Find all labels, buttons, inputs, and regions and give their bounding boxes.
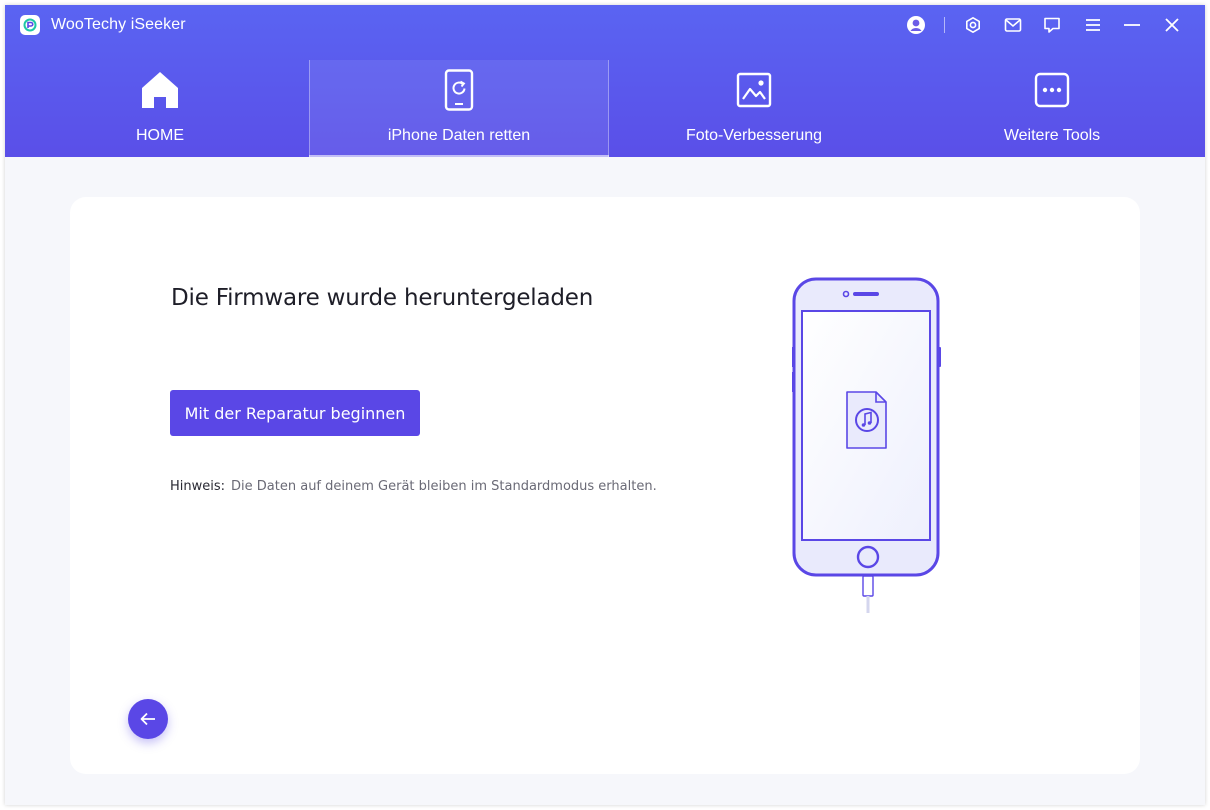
titlebar-divider [944, 17, 945, 33]
close-icon[interactable] [1161, 14, 1183, 36]
mail-icon[interactable] [1002, 14, 1024, 36]
tab-photo-enhance-label: Foto-Verbesserung [685, 127, 823, 144]
page-title: Die Firmware wurde heruntergeladen [171, 285, 594, 311]
user-icon[interactable] [905, 14, 927, 36]
phone-recover-icon [438, 69, 480, 111]
photo-icon [733, 69, 775, 111]
content-card: Die Firmware wurde heruntergeladen Mit d… [70, 197, 1140, 774]
settings-icon[interactable] [962, 14, 984, 36]
back-button[interactable] [128, 699, 168, 739]
hint-label: Hinweis: [170, 479, 226, 494]
app-logo-icon [20, 15, 40, 35]
app-title: WooTechy iSeeker [51, 16, 186, 33]
minimize-icon[interactable] [1121, 14, 1143, 36]
app-window: WooTechy iSeeker HOME iPhone Daten rette… [5, 5, 1205, 805]
iphone-illustration [791, 277, 946, 617]
title-bar: WooTechy iSeeker [5, 5, 1205, 45]
arrow-left-icon [140, 712, 155, 726]
more-tools-icon [1031, 69, 1073, 111]
feedback-icon[interactable] [1041, 14, 1063, 36]
menu-icon[interactable] [1082, 14, 1104, 36]
header: WooTechy iSeeker HOME iPhone Daten rette… [5, 5, 1205, 157]
tab-photo-enhance[interactable]: Foto-Verbesserung [605, 60, 903, 157]
tab-more-tools[interactable]: Weitere Tools [903, 60, 1201, 157]
tab-iphone-recovery-label: iPhone Daten retten [387, 127, 531, 144]
tab-home[interactable]: HOME [11, 60, 309, 157]
start-repair-button[interactable]: Mit der Reparatur beginnen [170, 390, 420, 436]
home-icon [139, 69, 181, 111]
hint-text: Hinweis: Die Daten auf deinem Gerät bleib… [170, 479, 657, 494]
tab-home-label: HOME [136, 127, 184, 144]
tab-iphone-recovery[interactable]: iPhone Daten retten [309, 60, 609, 157]
hint-message: Die Daten auf deinem Gerät bleiben im St… [231, 479, 657, 494]
tab-more-tools-label: Weitere Tools [1003, 127, 1101, 144]
active-tab-indicator [309, 155, 609, 157]
